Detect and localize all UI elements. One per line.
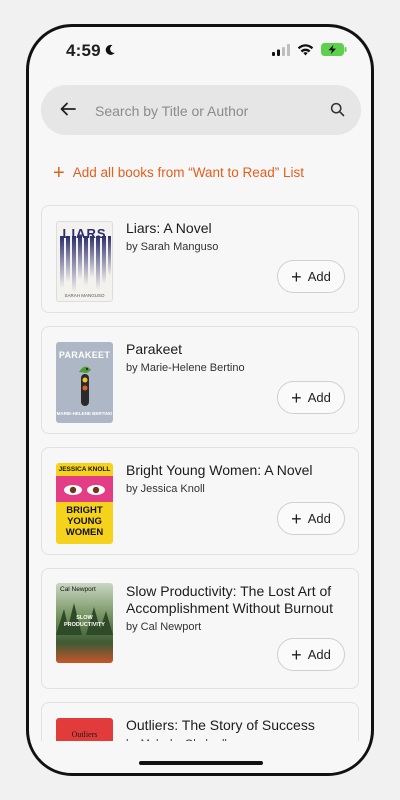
plus-icon: + xyxy=(291,508,302,529)
add-all-label: Add all books from “Want to Read” List xyxy=(72,165,305,180)
add-book-button[interactable]: + Add xyxy=(277,638,345,671)
status-time: 4:59 xyxy=(66,41,116,61)
plus-icon: + xyxy=(291,266,302,287)
book-author: by Sarah Manguso xyxy=(126,241,219,253)
book-title: Outliers: The Story of Success xyxy=(126,717,315,733)
add-button-label: Add xyxy=(307,647,331,662)
book-card: PARAKEET MARIE-HELENE BERTINO Parakeet b… xyxy=(41,326,359,434)
book-cover-parakeet: PARAKEET MARIE-HELENE BERTINO xyxy=(56,342,113,423)
cover-title: SLOW PRODUCTIVITY xyxy=(64,615,105,628)
cover-title: LIARS xyxy=(62,226,107,241)
add-book-button[interactable]: + Add xyxy=(277,381,345,414)
book-author: by Jessica Knoll xyxy=(126,483,205,495)
plus-icon: + xyxy=(291,387,302,408)
add-book-button[interactable]: + Add xyxy=(277,502,345,535)
book-card: Cal Newport SLOW PRODUCTIVITY Slow Produ… xyxy=(41,568,359,689)
search-bar xyxy=(41,85,361,135)
cover-art xyxy=(56,476,113,502)
cover-author: Cal Newport xyxy=(60,586,96,593)
cover-title: BRIGHT YOUNG WOMEN xyxy=(65,505,104,538)
book-card: JESSICA KNOLL BRIGHT YOUNG WOMEN Bright … xyxy=(41,447,359,555)
plus-icon: + xyxy=(53,161,65,184)
book-info: Parakeet by Marie-Helene Bertino xyxy=(126,341,346,374)
cover-title: Outliers xyxy=(71,730,98,739)
book-cover-bright-young-women: JESSICA KNOLL BRIGHT YOUNG WOMEN xyxy=(56,463,113,544)
add-button-label: Add xyxy=(307,390,331,405)
search-icon[interactable] xyxy=(330,102,345,122)
home-indicator[interactable] xyxy=(139,761,263,765)
wifi-icon xyxy=(297,43,314,61)
book-title: Liars: A Novel xyxy=(126,220,212,236)
book-cover-liars: LIARS SARAH MANGUSO xyxy=(56,221,113,302)
book-title: Parakeet xyxy=(126,341,183,357)
phone-frame: 4:59 Search by Title or Author + Add all… xyxy=(26,24,374,776)
cover-author: MARIE-HELENE BERTINO xyxy=(56,411,113,416)
book-card: LIARS SARAH MANGUSO Liars: A Novel by Sa… xyxy=(41,205,359,313)
cover-title: PARAKEET xyxy=(58,350,111,360)
bottom-safe-area xyxy=(29,741,371,773)
add-button-label: Add xyxy=(307,511,331,526)
moon-icon xyxy=(104,41,116,61)
status-bar: 4:59 xyxy=(29,27,371,79)
book-cover-slow-productivity: Cal Newport SLOW PRODUCTIVITY xyxy=(56,583,113,663)
book-author: by Cal Newport xyxy=(126,621,202,633)
back-arrow-icon[interactable] xyxy=(59,100,77,123)
cover-author: SARAH MANGUSO xyxy=(64,293,105,298)
search-input[interactable] xyxy=(93,97,317,125)
book-info: Slow Productivity: The Lost Art of Accom… xyxy=(126,583,346,633)
book-info: Liars: A Novel by Sarah Manguso xyxy=(126,220,346,253)
add-all-want-to-read-button[interactable]: + Add all books from “Want to Read” List xyxy=(53,161,305,184)
cover-author: JESSICA KNOLL xyxy=(58,466,111,473)
book-title: Slow Productivity: The Lost Art of Accom… xyxy=(126,583,333,616)
add-book-button[interactable]: + Add xyxy=(277,260,345,293)
add-button-label: Add xyxy=(307,269,331,284)
book-title: Bright Young Women: A Novel xyxy=(126,462,313,478)
signal-icon xyxy=(272,43,290,61)
book-author: by Marie-Helene Bertino xyxy=(126,362,245,374)
book-info: Bright Young Women: A Novel by Jessica K… xyxy=(126,462,346,495)
battery-charging-icon xyxy=(321,43,347,61)
status-icons xyxy=(272,43,347,61)
plus-icon: + xyxy=(291,644,302,665)
